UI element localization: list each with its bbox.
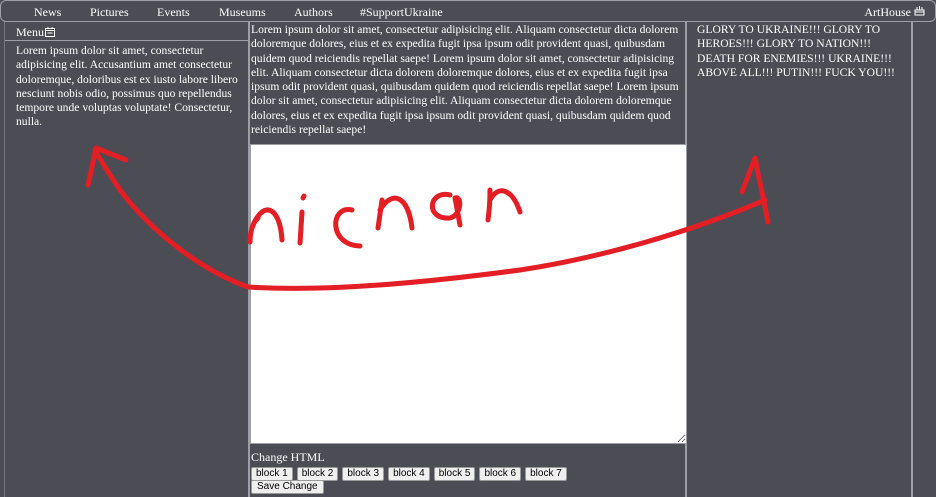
nav-item-events[interactable]: Events bbox=[157, 5, 190, 20]
block-button-row: block 1 block 2 block 3 block 4 block 5 block… bbox=[251, 465, 571, 481]
calendar-icon bbox=[45, 27, 55, 37]
top-navigation: News Pictures Events Museums Authors #Su… bbox=[0, 0, 936, 22]
block-1-button[interactable]: block 1 bbox=[251, 467, 293, 481]
cake-icon bbox=[914, 6, 925, 16]
left-sidebar: Menu Lorem ipsum dolor sit amet, consect… bbox=[4, 22, 250, 497]
nav-item-museums[interactable]: Museums bbox=[219, 5, 266, 20]
left-lorem-text: Lorem ipsum dolor sit amet, consectetur … bbox=[16, 44, 238, 129]
save-change-button[interactable]: Save Change bbox=[251, 480, 324, 494]
block-7-button[interactable]: block 7 bbox=[525, 467, 567, 481]
right-sidebar: GLORY TO UKRAINE!!! GLORY TO HEROES!!! G… bbox=[689, 22, 911, 497]
block-3-button[interactable]: block 3 bbox=[342, 467, 385, 481]
menu-label: Menu bbox=[16, 25, 44, 39]
center-content: Lorem ipsum dolor sit amet, consectetur … bbox=[250, 22, 687, 497]
block-4-button[interactable]: block 4 bbox=[388, 467, 430, 481]
block-6-button[interactable]: block 6 bbox=[479, 467, 522, 481]
html-editor-textarea[interactable] bbox=[250, 144, 687, 444]
change-html-label: Change HTML bbox=[251, 450, 325, 464]
nav-item-support-ukraine[interactable]: #SupportUkraine bbox=[360, 5, 443, 20]
brand-name[interactable]: ArtHouse bbox=[864, 5, 911, 20]
block-2-button[interactable]: block 2 bbox=[296, 467, 339, 481]
right-edge-panel bbox=[911, 22, 936, 497]
center-lorem-text: Lorem ipsum dolor sit amet, consectetur … bbox=[251, 23, 679, 137]
nav-item-pictures[interactable]: Pictures bbox=[90, 5, 129, 20]
nav-item-news[interactable]: News bbox=[34, 5, 61, 20]
block-5-button[interactable]: block 5 bbox=[433, 467, 476, 481]
menu-toggle[interactable]: Menu bbox=[5, 22, 248, 41]
nav-item-authors[interactable]: Authors bbox=[294, 5, 333, 20]
right-slogan-text: GLORY TO UKRAINE!!! GLORY TO HEROES!!! G… bbox=[697, 23, 895, 79]
